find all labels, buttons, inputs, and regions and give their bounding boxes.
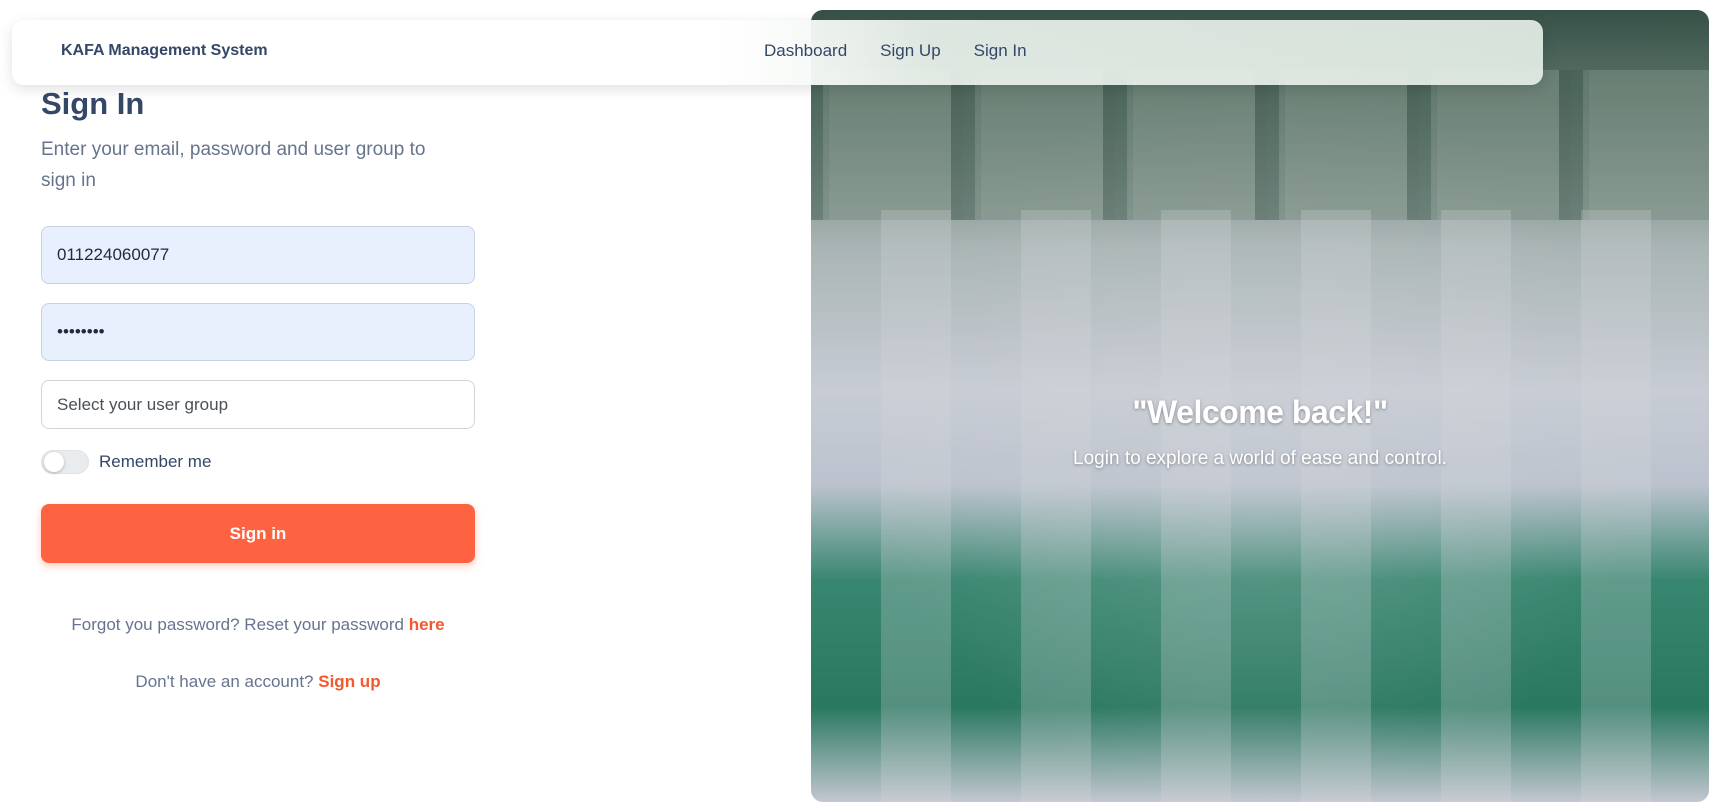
hero-image-panel: "Welcome back!" Login to explore a world… — [811, 10, 1709, 802]
email-field[interactable] — [41, 226, 475, 284]
brand-link[interactable]: KAFA Management System — [61, 42, 268, 60]
remember-me-toggle[interactable] — [41, 450, 89, 474]
no-account-text: Don't have an account? — [135, 672, 319, 691]
nav-signup-link[interactable]: Sign Up — [880, 41, 940, 61]
hero-title: "Welcome back!" — [1132, 394, 1388, 430]
nav-links: Dashboard Sign Up Sign In — [764, 41, 1027, 61]
no-account-line: Don't have an account? Sign up — [41, 672, 475, 692]
reset-password-link[interactable]: here — [409, 615, 445, 634]
hero-subtitle: Login to explore a world of ease and con… — [1073, 448, 1447, 469]
top-navbar: KAFA Management System Dashboard Sign Up… — [12, 20, 1543, 85]
signin-page: "Welcome back!" Login to explore a world… — [0, 0, 1717, 808]
nav-dashboard-link[interactable]: Dashboard — [764, 41, 847, 61]
user-group-placeholder: Select your user group — [57, 394, 229, 414]
remember-me-label[interactable]: Remember me — [99, 452, 211, 472]
signin-form: Sign In Enter your email, password and u… — [41, 86, 475, 692]
forgot-password-text: Forgot you password? Reset your password — [71, 615, 409, 634]
signup-link[interactable]: Sign up — [318, 672, 380, 691]
page-title: Sign In — [41, 86, 145, 121]
password-field[interactable] — [41, 303, 475, 361]
user-group-select[interactable]: Select your user group — [41, 380, 475, 429]
remember-me-row: Remember me — [41, 450, 475, 474]
signin-button[interactable]: Sign in — [41, 504, 475, 563]
forgot-password-line: Forgot you password? Reset your password… — [41, 615, 475, 635]
page-subtitle: Enter your email, password and user grou… — [41, 139, 426, 191]
nav-signin-link[interactable]: Sign In — [974, 41, 1027, 61]
toggle-knob — [44, 452, 64, 472]
